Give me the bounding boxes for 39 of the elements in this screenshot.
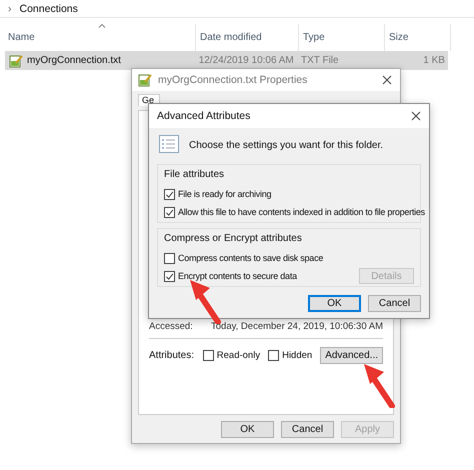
field-label: Accessed:	[149, 321, 194, 332]
field-value: Today, December 24, 2019, 10:06:30 AM	[211, 321, 383, 332]
dialog-button[interactable]: OK	[308, 295, 361, 312]
checkbox-label: Encrypt contents to secure data	[178, 271, 297, 281]
breadcrumb-separator: ›	[8, 2, 12, 14]
size-cell-text: 1 KB	[422, 55, 446, 66]
advanced-button[interactable]: Advanced...	[320, 347, 383, 364]
checkbox[interactable]	[268, 350, 280, 361]
file-name: myOrgConnection.txt	[27, 55, 121, 66]
checkbox[interactable]	[164, 188, 175, 200]
group-title: Compress or Encrypt attributes	[164, 233, 303, 244]
checkbox[interactable]	[164, 206, 175, 218]
checkbox-label: File is ready for archiving	[178, 189, 272, 199]
checkbox-label: Read-only	[216, 350, 260, 361]
checklist-icon	[159, 135, 179, 156]
checkbox-label: Hidden	[282, 350, 312, 361]
dialog-button[interactable]: OK	[221, 421, 274, 438]
document-icon	[138, 73, 152, 87]
file-row[interactable]: myOrgConnection.txt 12/24/2019 10:06 AM TXT File 1 KB	[5, 51, 448, 70]
pointer-arrow	[362, 362, 396, 408]
checkbox-label: Compress contents to save disk space	[178, 253, 324, 263]
checkbox[interactable]	[164, 270, 175, 282]
dialog-button[interactable]: Cancel	[368, 295, 421, 312]
dialog-title: Advanced Attributes	[157, 110, 252, 122]
dialog-button[interactable]: Cancel	[281, 421, 334, 438]
close-icon[interactable]	[382, 75, 392, 85]
prompt-text: Choose the settings you want for this folder.	[189, 140, 383, 151]
sort-caret-icon	[98, 23, 106, 28]
checkbox[interactable]	[164, 252, 175, 264]
close-icon[interactable]	[411, 111, 421, 121]
breadcrumb-item[interactable]: Connections	[20, 2, 78, 14]
document-icon	[9, 54, 23, 68]
checkbox[interactable]	[202, 350, 214, 361]
field-label: Attributes:	[149, 350, 195, 361]
date-cell-text: 12/24/2019 10:06 AM	[198, 55, 295, 66]
checkbox-label: Allow this file to have contents indexed in addition to file properties	[178, 207, 425, 217]
type-cell-text: TXT File	[300, 55, 340, 66]
window-title: myOrgConnection.txt Properties	[158, 74, 308, 86]
group-title: File attributes	[164, 169, 226, 180]
